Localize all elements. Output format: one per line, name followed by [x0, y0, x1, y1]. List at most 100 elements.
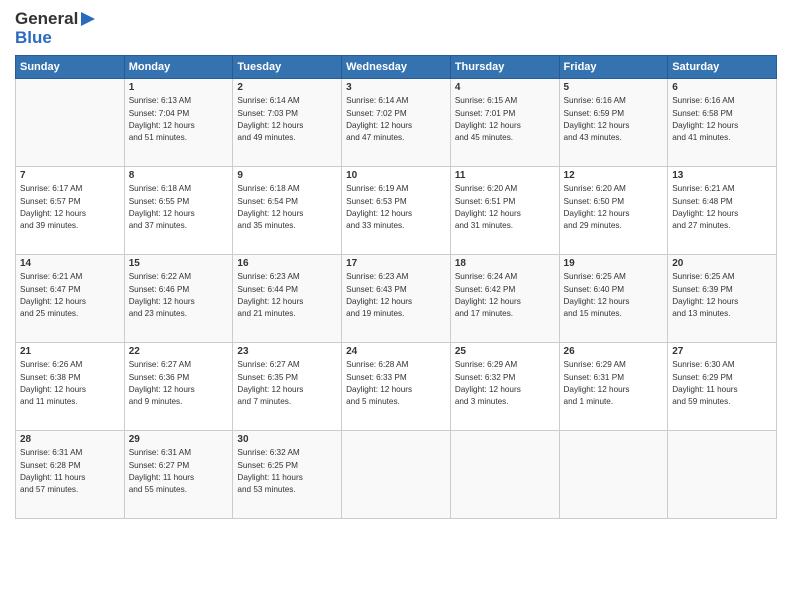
logo-arrow-icon	[79, 10, 97, 28]
day-of-week-header: Saturday	[668, 56, 777, 79]
calendar-cell: 17 Sunrise: 6:23 AMSunset: 6:43 PMDayligh…	[342, 255, 451, 343]
calendar-cell: 7 Sunrise: 6:17 AMSunset: 6:57 PMDaylight…	[16, 167, 125, 255]
day-number: 2	[237, 82, 337, 93]
calendar-cell: 12 Sunrise: 6:20 AMSunset: 6:50 PMDayligh…	[559, 167, 668, 255]
day-info: Sunrise: 6:17 AMSunset: 6:57 PMDaylight:…	[20, 183, 120, 232]
calendar-cell: 18 Sunrise: 6:24 AMSunset: 6:42 PMDayligh…	[450, 255, 559, 343]
calendar-table: SundayMondayTuesdayWednesdayThursdayFrid…	[15, 55, 777, 519]
calendar-week-row: 14Sunrise: 6:21 AMSunset: 6:47 PMDayligh…	[16, 255, 777, 343]
day-number: 13	[672, 170, 772, 181]
calendar-cell: 23 Sunrise: 6:27 AMSunset: 6:35 PMDayligh…	[233, 343, 342, 431]
day-of-week-header: Wednesday	[342, 56, 451, 79]
day-number: 5	[564, 82, 664, 93]
day-info: Sunrise: 6:14 AMSunset: 7:02 PMDaylight:…	[346, 95, 446, 144]
calendar-cell: 11Sunrise: 6:20 AMSunset: 6:51 PMDayligh…	[450, 167, 559, 255]
header-row: SundayMondayTuesdayWednesdayThursdayFrid…	[16, 56, 777, 79]
day-info: Sunrise: 6:23 AMSunset: 6:44 PMDaylight:…	[237, 271, 337, 320]
day-number: 9	[237, 170, 337, 181]
day-of-week-header: Thursday	[450, 56, 559, 79]
day-number: 28	[20, 434, 120, 445]
day-of-week-header: Sunday	[16, 56, 125, 79]
day-number: 16	[237, 258, 337, 269]
day-info: Sunrise: 6:26 AMSunset: 6:38 PMDaylight:…	[20, 359, 120, 408]
day-info: Sunrise: 6:15 AMSunset: 7:01 PMDaylight:…	[455, 95, 555, 144]
day-info: Sunrise: 6:14 AMSunset: 7:03 PMDaylight:…	[237, 95, 337, 144]
day-number: 23	[237, 346, 337, 357]
day-number: 30	[237, 434, 337, 445]
day-number: 22	[129, 346, 229, 357]
day-of-week-header: Monday	[124, 56, 233, 79]
day-info: Sunrise: 6:19 AMSunset: 6:53 PMDaylight:…	[346, 183, 446, 232]
calendar-cell: 5Sunrise: 6:16 AMSunset: 6:59 PMDaylight…	[559, 79, 668, 167]
day-info: Sunrise: 6:16 AMSunset: 6:58 PMDaylight:…	[672, 95, 772, 144]
day-info: Sunrise: 6:20 AMSunset: 6:51 PMDaylight:…	[455, 183, 555, 232]
day-number: 19	[564, 258, 664, 269]
day-info: Sunrise: 6:31 AMSunset: 6:27 PMDaylight:…	[129, 447, 229, 496]
day-info: Sunrise: 6:23 AMSunset: 6:43 PMDaylight:…	[346, 271, 446, 320]
calendar-cell	[559, 431, 668, 519]
calendar-cell: 29 Sunrise: 6:31 AMSunset: 6:27 PMDayligh…	[124, 431, 233, 519]
day-number: 27	[672, 346, 772, 357]
day-number: 15	[129, 258, 229, 269]
calendar-cell: 26Sunrise: 6:29 AMSunset: 6:31 PMDayligh…	[559, 343, 668, 431]
day-info: Sunrise: 6:24 AMSunset: 6:42 PMDaylight:…	[455, 271, 555, 320]
calendar-cell	[16, 79, 125, 167]
calendar-cell: 1 Sunrise: 6:13 AMSunset: 7:04 PMDaylight…	[124, 79, 233, 167]
calendar-cell	[342, 431, 451, 519]
calendar-week-row: 7 Sunrise: 6:17 AMSunset: 6:57 PMDaylight…	[16, 167, 777, 255]
day-number: 8	[129, 170, 229, 181]
calendar-cell: 20 Sunrise: 6:25 AMSunset: 6:39 PMDayligh…	[668, 255, 777, 343]
day-number: 17	[346, 258, 446, 269]
logo-general-text: General	[15, 10, 78, 29]
day-number: 21	[20, 346, 120, 357]
day-info: Sunrise: 6:13 AMSunset: 7:04 PMDaylight:…	[129, 95, 229, 144]
calendar-cell: 16 Sunrise: 6:23 AMSunset: 6:44 PMDayligh…	[233, 255, 342, 343]
calendar-cell: 25 Sunrise: 6:29 AMSunset: 6:32 PMDayligh…	[450, 343, 559, 431]
day-info: Sunrise: 6:20 AMSunset: 6:50 PMDaylight:…	[564, 183, 664, 232]
calendar-cell: 4 Sunrise: 6:15 AMSunset: 7:01 PMDaylight…	[450, 79, 559, 167]
day-info: Sunrise: 6:29 AMSunset: 6:32 PMDaylight:…	[455, 359, 555, 408]
day-info: Sunrise: 6:25 AMSunset: 6:40 PMDaylight:…	[564, 271, 664, 320]
day-number: 10	[346, 170, 446, 181]
calendar-cell	[450, 431, 559, 519]
calendar-cell: 8Sunrise: 6:18 AMSunset: 6:55 PMDaylight…	[124, 167, 233, 255]
day-info: Sunrise: 6:18 AMSunset: 6:54 PMDaylight:…	[237, 183, 337, 232]
calendar-cell: 6Sunrise: 6:16 AMSunset: 6:58 PMDaylight…	[668, 79, 777, 167]
day-number: 20	[672, 258, 772, 269]
day-number: 12	[564, 170, 664, 181]
day-info: Sunrise: 6:31 AMSunset: 6:28 PMDaylight:…	[20, 447, 120, 496]
calendar-cell: 22Sunrise: 6:27 AMSunset: 6:36 PMDayligh…	[124, 343, 233, 431]
day-number: 25	[455, 346, 555, 357]
day-info: Sunrise: 6:25 AMSunset: 6:39 PMDaylight:…	[672, 271, 772, 320]
calendar-cell: 14Sunrise: 6:21 AMSunset: 6:47 PMDayligh…	[16, 255, 125, 343]
calendar-week-row: 21 Sunrise: 6:26 AMSunset: 6:38 PMDayligh…	[16, 343, 777, 431]
calendar-cell	[668, 431, 777, 519]
day-number: 26	[564, 346, 664, 357]
day-info: Sunrise: 6:21 AMSunset: 6:48 PMDaylight:…	[672, 183, 772, 232]
calendar-cell: 10 Sunrise: 6:19 AMSunset: 6:53 PMDayligh…	[342, 167, 451, 255]
day-number: 14	[20, 258, 120, 269]
logo-brand: General Blue	[15, 10, 97, 47]
day-number: 4	[455, 82, 555, 93]
logo-blue-text: Blue	[15, 28, 52, 47]
calendar-cell: 15 Sunrise: 6:22 AMSunset: 6:46 PMDayligh…	[124, 255, 233, 343]
day-number: 18	[455, 258, 555, 269]
day-number: 3	[346, 82, 446, 93]
day-info: Sunrise: 6:28 AMSunset: 6:33 PMDaylight:…	[346, 359, 446, 408]
calendar-cell: 19 Sunrise: 6:25 AMSunset: 6:40 PMDayligh…	[559, 255, 668, 343]
calendar-week-row: 1 Sunrise: 6:13 AMSunset: 7:04 PMDaylight…	[16, 79, 777, 167]
header: General Blue	[15, 10, 777, 47]
day-of-week-header: Tuesday	[233, 56, 342, 79]
day-number: 7	[20, 170, 120, 181]
day-info: Sunrise: 6:27 AMSunset: 6:35 PMDaylight:…	[237, 359, 337, 408]
day-number: 29	[129, 434, 229, 445]
day-info: Sunrise: 6:22 AMSunset: 6:46 PMDaylight:…	[129, 271, 229, 320]
calendar-cell: 13 Sunrise: 6:21 AMSunset: 6:48 PMDayligh…	[668, 167, 777, 255]
calendar-cell: 3 Sunrise: 6:14 AMSunset: 7:02 PMDaylight…	[342, 79, 451, 167]
calendar-cell: 27 Sunrise: 6:30 AMSunset: 6:29 PMDayligh…	[668, 343, 777, 431]
day-info: Sunrise: 6:30 AMSunset: 6:29 PMDaylight:…	[672, 359, 772, 408]
calendar-cell: 30Sunrise: 6:32 AMSunset: 6:25 PMDayligh…	[233, 431, 342, 519]
calendar-cell: 9 Sunrise: 6:18 AMSunset: 6:54 PMDaylight…	[233, 167, 342, 255]
day-number: 1	[129, 82, 229, 93]
calendar-week-row: 28 Sunrise: 6:31 AMSunset: 6:28 PMDayligh…	[16, 431, 777, 519]
